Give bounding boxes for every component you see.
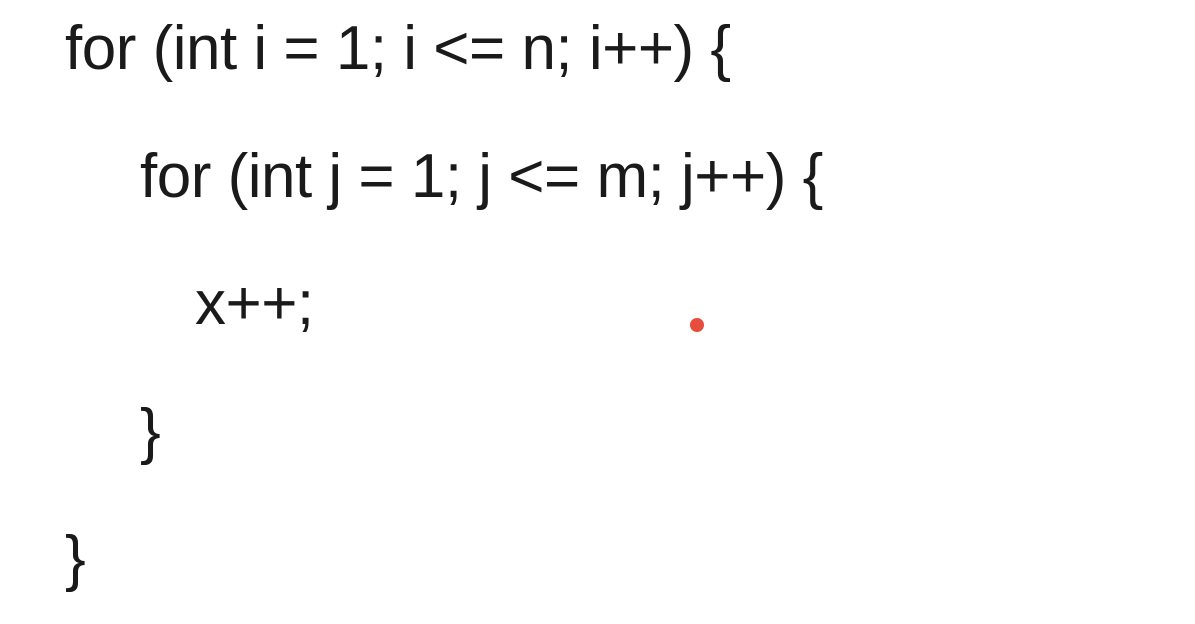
code-line-5: } — [65, 520, 1195, 598]
code-line-1: for (int i = 1; i <= n; i++) { — [65, 10, 1195, 88]
code-line-4: } — [65, 393, 1195, 471]
code-line-3: x++; — [65, 265, 1195, 343]
code-line-2: for (int j = 1; j <= m; j++) { — [65, 138, 1195, 216]
cursor-pointer-icon — [690, 318, 704, 332]
code-snippet: for (int i = 1; i <= n; i++) { for (int … — [0, 10, 1195, 598]
